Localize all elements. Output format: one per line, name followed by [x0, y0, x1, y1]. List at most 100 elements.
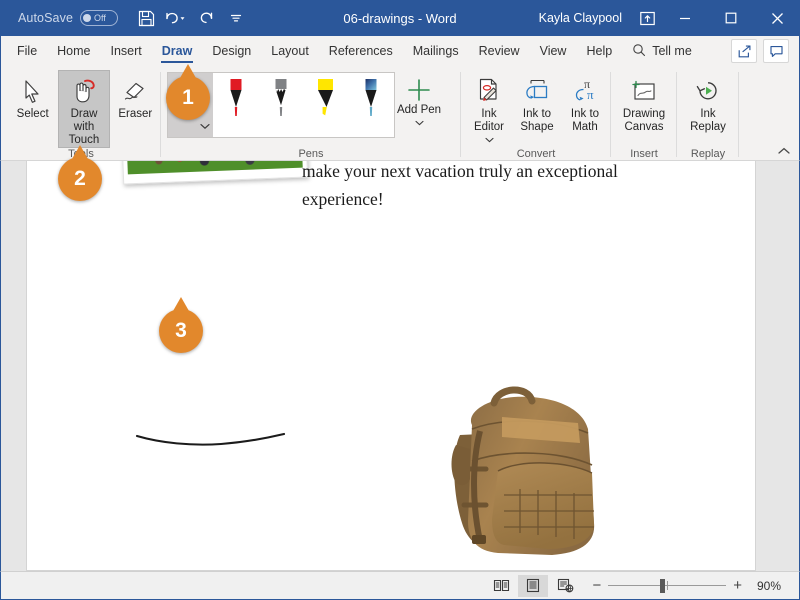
- collapse-ribbon-button[interactable]: [775, 143, 793, 159]
- tab-references[interactable]: References: [319, 36, 403, 66]
- status-bar-right: − + 90%: [486, 574, 799, 597]
- ink-to-shape-icon: [523, 75, 551, 105]
- drawing-canvas-button[interactable]: Drawing Canvas: [615, 70, 673, 140]
- ribbon-group-convert-label: Convert: [516, 148, 556, 160]
- zoom-slider[interactable]: [608, 578, 727, 593]
- callout-badge-1: 1: [166, 64, 210, 120]
- zoom-slider-midpoint: [667, 581, 669, 590]
- document-page[interactable]: make your next vacation truly an excepti…: [26, 161, 756, 571]
- ribbon: Select Draw with Touch Eraser Add Pen Pe…: [0, 66, 800, 161]
- undo-icon[interactable]: [162, 5, 190, 31]
- tab-insert[interactable]: Insert: [101, 36, 152, 66]
- web-layout-icon[interactable]: [550, 575, 580, 597]
- tab-review[interactable]: Review: [469, 36, 530, 66]
- tab-design[interactable]: Design: [202, 36, 261, 66]
- document-paragraph-line-2: experience!: [302, 189, 384, 209]
- ink-replay-label: Ink Replay: [690, 108, 726, 133]
- close-icon[interactable]: [754, 0, 800, 36]
- ink-editor-button[interactable]: Ink Editor: [465, 70, 513, 148]
- ink-replay-icon: [694, 75, 722, 105]
- callout-badge-3: 3: [159, 297, 203, 353]
- ribbon-group-convert: Ink Editor Ink to Shape π π Ink to Math …: [461, 66, 611, 161]
- pen-item-galaxy[interactable]: [348, 73, 393, 137]
- ink-replay-button[interactable]: Ink Replay: [681, 70, 735, 140]
- inserted-photo[interactable]: [120, 161, 309, 185]
- comments-button[interactable]: [763, 39, 789, 63]
- tell-me-search[interactable]: Tell me: [622, 36, 702, 66]
- ink-to-math-button[interactable]: π π Ink to Math: [561, 70, 609, 140]
- save-icon[interactable]: [132, 5, 160, 31]
- photo-image: [126, 161, 303, 175]
- zoom-level-label[interactable]: 90%: [757, 579, 787, 593]
- word-application-window: AutoSave Off 06-drawings - Word Kayla Cl…: [0, 0, 800, 600]
- tab-help[interactable]: Help: [576, 36, 622, 66]
- plus-icon: [406, 76, 432, 104]
- document-ink-stroke[interactable]: [135, 413, 295, 453]
- ribbon-group-replay: Ink Replay Replay: [677, 66, 739, 161]
- draw-with-touch-button[interactable]: Draw with Touch: [58, 70, 110, 148]
- tab-draw[interactable]: Draw: [152, 36, 203, 66]
- pen-item-pencil-gray[interactable]: [258, 73, 303, 137]
- ink-editor-icon: [476, 75, 502, 105]
- eraser-icon: [121, 75, 149, 105]
- print-layout-icon[interactable]: [518, 574, 549, 597]
- redo-icon[interactable]: [192, 5, 220, 31]
- title-bar: AutoSave Off 06-drawings - Word Kayla Cl…: [0, 0, 800, 36]
- tab-view[interactable]: View: [530, 36, 577, 66]
- maximize-icon[interactable]: [708, 0, 754, 36]
- quick-access-toolbar: [132, 5, 250, 31]
- ribbon-group-insert: Drawing Canvas Insert: [611, 66, 677, 161]
- search-icon: [632, 43, 646, 60]
- ink-to-math-label: Ink to Math: [570, 108, 600, 133]
- ink-editor-label: Ink Editor: [473, 108, 505, 133]
- autosave-state-label: Off: [94, 12, 106, 23]
- zoom-slider-thumb[interactable]: [660, 578, 666, 593]
- status-bar: − + 90%: [0, 571, 800, 600]
- eraser-button-label: Eraser: [118, 108, 153, 120]
- document-area: make your next vacation truly an excepti…: [0, 161, 800, 571]
- eraser-button[interactable]: Eraser: [110, 70, 161, 140]
- pen-item-highlighter-yellow[interactable]: [303, 73, 348, 137]
- cursor-arrow-icon: [22, 75, 44, 105]
- callout-badge-2-number: 2: [74, 167, 86, 190]
- ink-to-shape-label: Ink to Shape: [520, 108, 554, 133]
- autosave-control[interactable]: AutoSave Off: [18, 10, 119, 26]
- add-pen-dropdown-icon[interactable]: [414, 117, 424, 130]
- select-button-label: Select: [16, 108, 49, 120]
- ink-to-shape-button[interactable]: Ink to Shape: [513, 70, 561, 140]
- add-pen-button[interactable]: Add Pen: [395, 70, 443, 140]
- hand-draw-icon: [69, 75, 99, 105]
- select-button[interactable]: Select: [7, 70, 58, 140]
- ribbon-tab-strip: File Home Insert Draw Design Layout Refe…: [0, 36, 800, 66]
- drawing-canvas-icon: [629, 75, 659, 105]
- minimize-icon[interactable]: [662, 0, 708, 36]
- customize-quick-access-toolbar-icon[interactable]: [222, 5, 250, 31]
- ink-to-math-icon: π π: [571, 75, 599, 105]
- account-name[interactable]: Kayla Claypool: [539, 11, 622, 25]
- tab-home[interactable]: Home: [47, 36, 100, 66]
- document-paragraph[interactable]: make your next vacation truly an excepti…: [302, 161, 622, 213]
- tab-layout[interactable]: Layout: [261, 36, 319, 66]
- backpack-image[interactable]: [442, 373, 607, 563]
- tab-file[interactable]: File: [1, 36, 47, 66]
- pen-item-red[interactable]: [213, 73, 258, 137]
- tell-me-label: Tell me: [652, 44, 692, 58]
- autosave-toggle[interactable]: Off: [80, 10, 119, 26]
- tab-mailings[interactable]: Mailings: [403, 36, 469, 66]
- add-pen-label: Add Pen: [396, 104, 442, 116]
- zoom-out-button[interactable]: −: [592, 578, 601, 593]
- ribbon-group-replay-label: Replay: [690, 148, 726, 160]
- callout-badge-2: 2: [58, 145, 102, 201]
- autosave-toggle-knob: [83, 14, 92, 22]
- draw-with-touch-button-label: Draw with Touch: [68, 108, 100, 146]
- chevron-down-icon[interactable]: [200, 117, 210, 135]
- callout-badge-1-number: 1: [182, 86, 194, 109]
- ribbon-display-options-icon[interactable]: [632, 3, 662, 33]
- ink-editor-dropdown-icon[interactable]: [484, 134, 494, 147]
- share-button[interactable]: [731, 39, 757, 63]
- read-mode-icon[interactable]: [486, 575, 516, 597]
- zoom-in-button[interactable]: +: [733, 578, 742, 593]
- ribbon-group-pens-label: Pens: [298, 148, 324, 160]
- zoom-control: − + 90%: [592, 578, 787, 593]
- svg-text:π: π: [587, 87, 594, 102]
